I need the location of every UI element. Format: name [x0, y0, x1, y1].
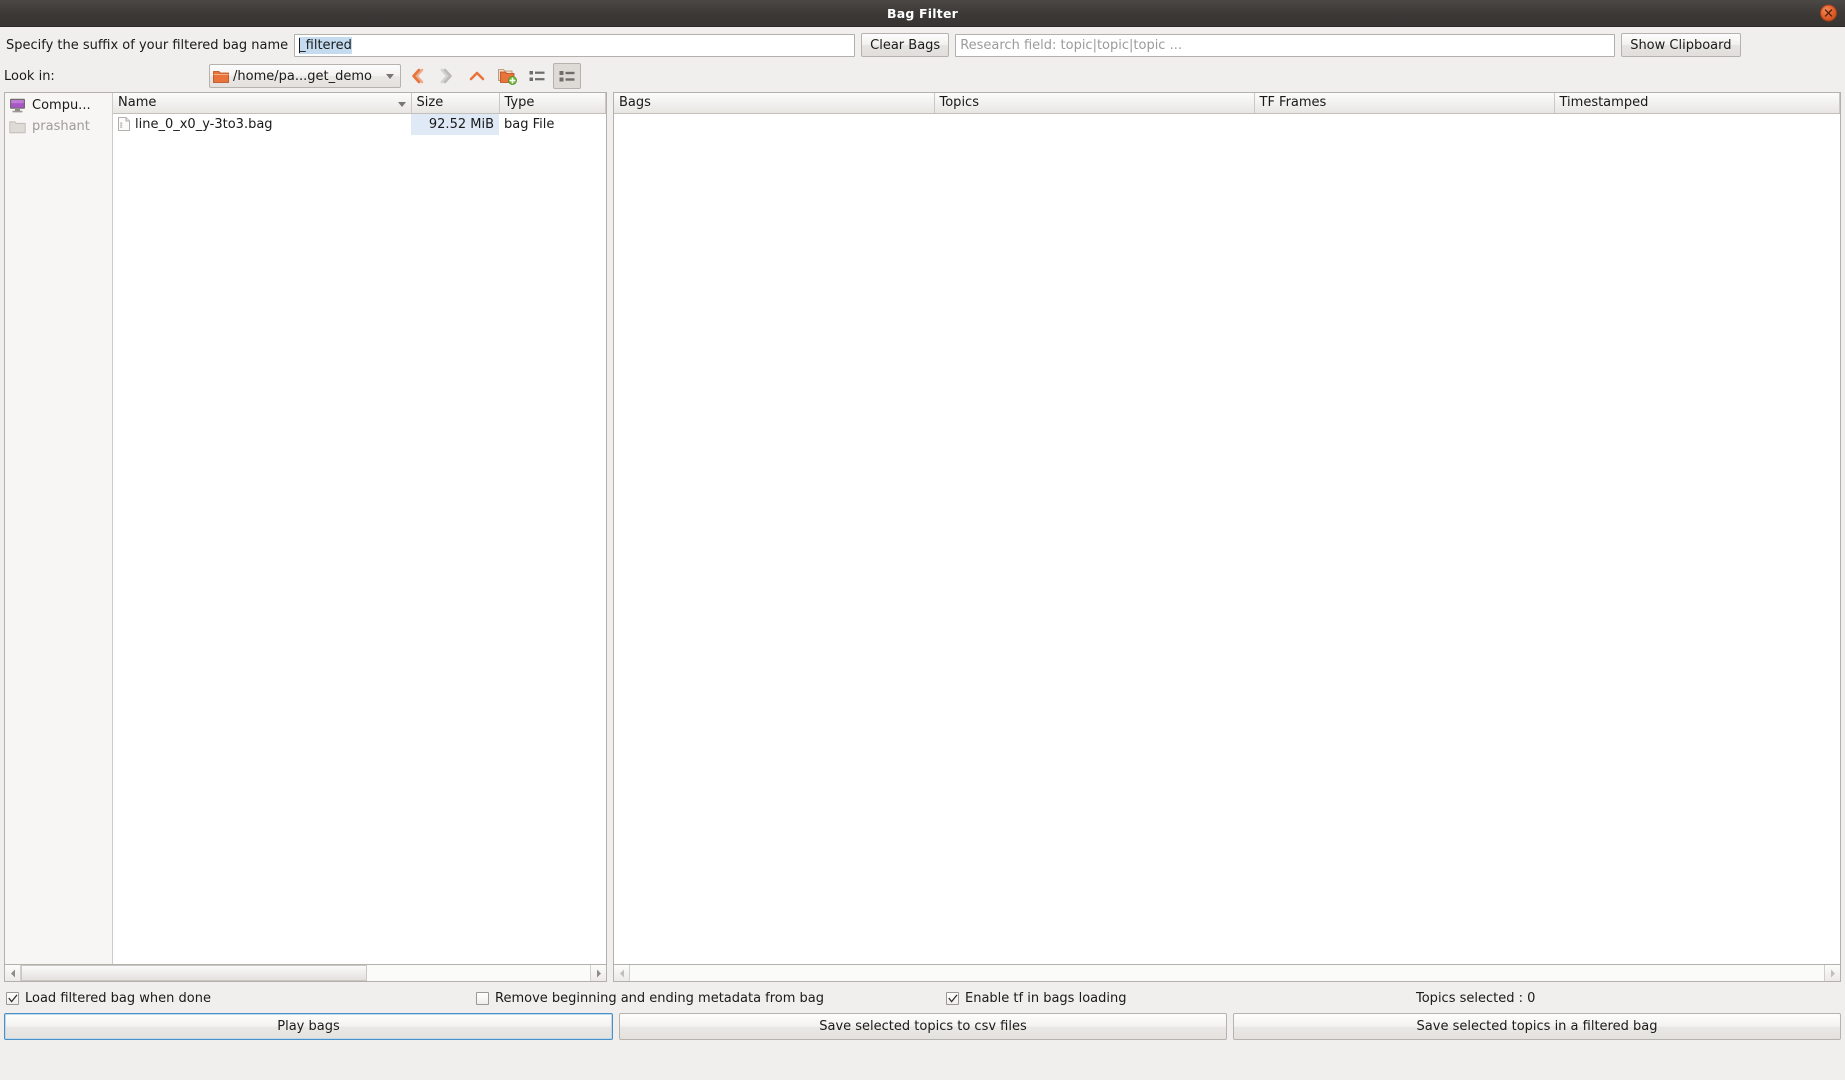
close-icon: [1824, 9, 1833, 17]
close-window-button[interactable]: [1820, 4, 1837, 22]
play-bags-button[interactable]: Play bags: [4, 1013, 613, 1040]
suffix-toolbar: Specify the suffix of your filtered bag …: [0, 30, 1845, 60]
scrollbar-empty: [367, 965, 590, 981]
file-table-header-row: Name Size Type: [113, 93, 606, 114]
text-caret: [299, 37, 301, 53]
path-combobox[interactable]: /home/pa...get_demo: [209, 64, 401, 88]
chevron-right-icon: [596, 969, 601, 977]
new-folder-button[interactable]: [493, 63, 521, 89]
file-browser-pane: Compu... prashant Name Size Type line_0_…: [4, 92, 607, 982]
option-load-filtered-label: Load filtered bag when done: [25, 990, 211, 1006]
folder-icon: [9, 120, 26, 133]
places-sidebar: Compu... prashant: [5, 93, 113, 964]
scroll-left-button[interactable]: [614, 965, 630, 981]
option-enable-tf[interactable]: Enable tf in bags loading: [946, 991, 1416, 1006]
file-list-hscrollbar[interactable]: [4, 965, 607, 982]
file-browser: Compu... prashant Name Size Type line_0_…: [4, 92, 607, 965]
option-load-filtered[interactable]: Load filtered bag when done: [6, 991, 476, 1006]
column-header-timestamped[interactable]: Timestamped: [1554, 93, 1840, 114]
scrollbar-track[interactable]: [630, 965, 1824, 981]
column-header-size[interactable]: Size: [411, 93, 500, 114]
window-title: Bag Filter: [887, 5, 958, 21]
file-icon: [118, 117, 130, 131]
bags-table-body[interactable]: [614, 113, 1840, 964]
option-remove-metadata[interactable]: Remove beginning and ending metadata fro…: [476, 991, 946, 1006]
chevron-right-icon: [1830, 969, 1835, 977]
list-view-button[interactable]: [523, 63, 551, 89]
column-header-bags[interactable]: Bags: [614, 93, 935, 114]
parent-directory-icon: [469, 71, 485, 81]
file-size-cell[interactable]: 92.52 MiB: [411, 113, 499, 135]
option-enable-tf-label: Enable tf in bags loading: [965, 990, 1127, 1006]
save-filtered-bag-button[interactable]: Save selected topics in a filtered bag: [1233, 1013, 1841, 1040]
sidebar-item-prashant[interactable]: prashant: [5, 116, 112, 137]
action-buttons-row: Play bags Save selected topics to csv fi…: [0, 1011, 1845, 1045]
file-list: Name Size Type line_0_x0_y-3to3.bag 92.5…: [113, 93, 606, 964]
suffix-label: Specify the suffix of your filtered bag …: [6, 37, 289, 53]
parent-directory-button[interactable]: [463, 63, 491, 89]
research-field-input[interactable]: [955, 33, 1616, 57]
folder-icon: [213, 71, 229, 83]
sidebar-item-computer[interactable]: Compu...: [5, 95, 112, 116]
scroll-left-button[interactable]: [5, 965, 21, 981]
column-header-name[interactable]: Name: [113, 93, 412, 114]
check-icon: [7, 993, 18, 1003]
clear-bags-button[interactable]: Clear Bags: [861, 33, 950, 57]
bags-pane: Bags Topics TF Frames Timestamped: [613, 92, 1841, 982]
path-combobox-value: /home/pa...get_demo: [233, 68, 372, 84]
detail-view-button[interactable]: [553, 63, 581, 89]
lookin-toolbar: Look in: /home/pa...get_demo: [0, 60, 1845, 92]
suffix-input[interactable]: [294, 33, 856, 57]
file-type-cell[interactable]: bag File: [499, 113, 606, 135]
forward-arrow-icon: [440, 68, 452, 84]
chevron-down-icon: [386, 73, 394, 79]
sidebar-item-prashant-label: prashant: [32, 119, 90, 134]
scrollbar-empty: [630, 965, 1824, 981]
chevron-left-icon: [619, 969, 624, 977]
scroll-right-button[interactable]: [590, 965, 606, 981]
back-arrow-icon: [412, 68, 424, 84]
list-view-icon: [529, 71, 545, 81]
file-name-cell[interactable]: line_0_x0_y-3to3.bag: [113, 114, 411, 135]
bags-table-header-row: Bags Topics TF Frames Timestamped: [614, 93, 1840, 114]
chevron-left-icon: [10, 969, 15, 977]
table-row[interactable]: line_0_x0_y-3to3.bag 92.52 MiB bag File: [113, 113, 606, 135]
suffix-input-wrapper[interactable]: _filtered: [294, 33, 856, 57]
checkbox-enable-tf[interactable]: [946, 991, 959, 1005]
file-name-label: line_0_x0_y-3to3.bag: [135, 116, 273, 132]
main-split-area: Compu... prashant Name Size Type line_0_…: [0, 92, 1845, 982]
checkbox-load-filtered[interactable]: [6, 991, 19, 1005]
column-header-topics[interactable]: Topics: [934, 93, 1255, 114]
topics-selected-status: Topics selected : 0: [1416, 990, 1536, 1006]
scrollbar-track[interactable]: [21, 965, 590, 981]
detail-view-icon: [559, 71, 575, 82]
window-titlebar: Bag Filter: [0, 0, 1845, 27]
computer-icon: [10, 98, 25, 113]
check-icon: [947, 993, 958, 1003]
column-header-type[interactable]: Type: [499, 93, 606, 114]
lookin-label: Look in:: [4, 68, 55, 84]
bags-table: Bags Topics TF Frames Timestamped: [614, 93, 1840, 114]
show-clipboard-button[interactable]: Show Clipboard: [1621, 33, 1741, 57]
bags-hscrollbar[interactable]: [613, 965, 1841, 982]
scrollbar-thumb[interactable]: [21, 965, 367, 981]
file-table: Name Size Type line_0_x0_y-3to3.bag 92.5…: [113, 93, 606, 135]
option-remove-metadata-label: Remove beginning and ending metadata fro…: [495, 990, 825, 1006]
new-folder-icon: [497, 68, 517, 85]
forward-button[interactable]: [433, 63, 461, 89]
column-header-tf-frames[interactable]: TF Frames: [1254, 93, 1555, 114]
sidebar-item-computer-label: Compu...: [32, 98, 91, 113]
save-csv-button[interactable]: Save selected topics to csv files: [619, 1013, 1227, 1040]
checkbox-remove-metadata[interactable]: [476, 991, 489, 1005]
scroll-right-button[interactable]: [1824, 965, 1840, 981]
back-button[interactable]: [403, 63, 431, 89]
options-row: Load filtered bag when done Remove begin…: [0, 985, 1845, 1011]
bags-table-container: Bags Topics TF Frames Timestamped: [613, 92, 1841, 965]
